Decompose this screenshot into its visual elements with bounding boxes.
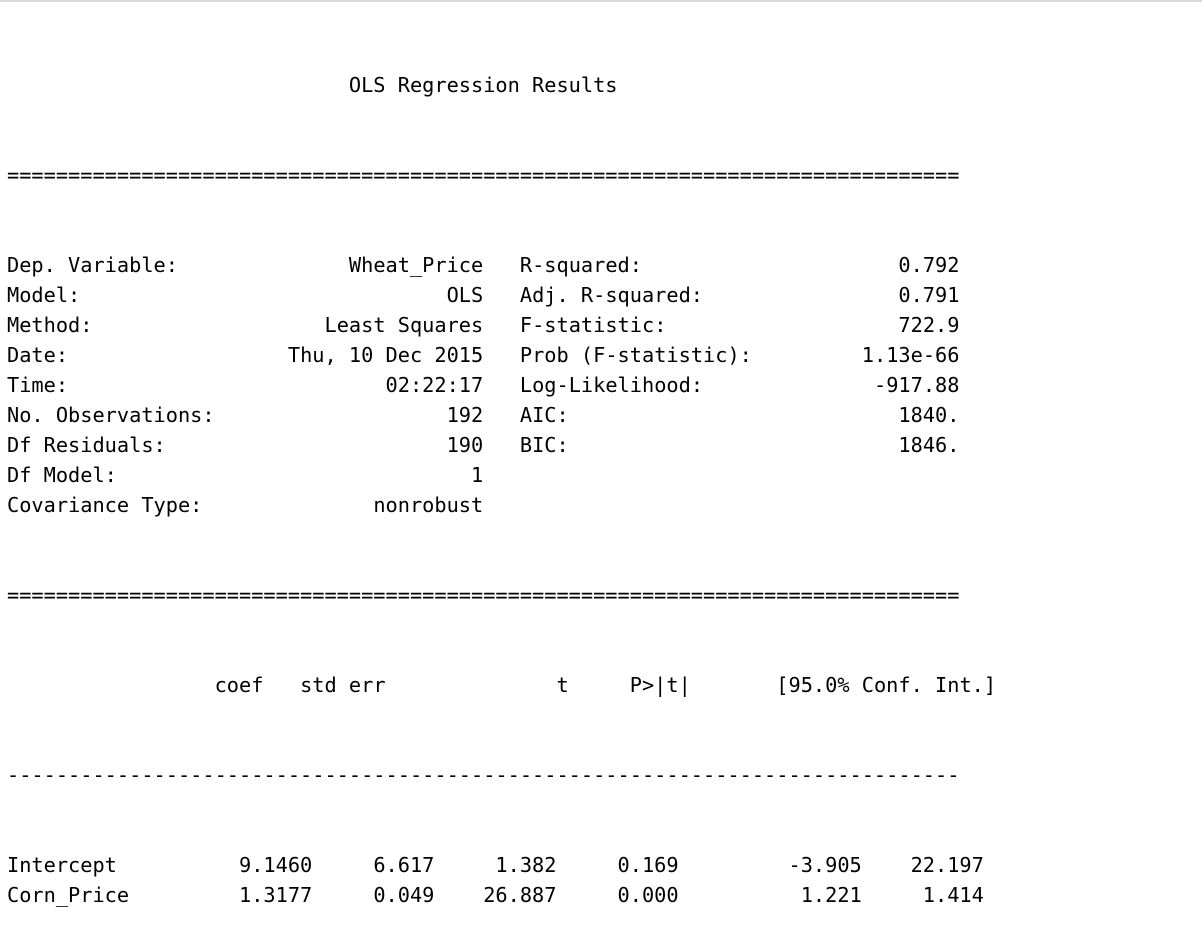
info-value: 0.791 <box>898 283 960 307</box>
info-value: 1846. <box>898 433 960 457</box>
info-value: Least Squares <box>324 313 484 337</box>
info-row: Df Model: 1 <box>7 460 996 490</box>
double-separator: ========================================… <box>7 583 960 607</box>
coef-cell: 1.221 <box>678 883 862 907</box>
info-label: Method: <box>7 313 93 337</box>
info-value: 1.13e-66 <box>861 343 960 367</box>
info-label: Time: <box>7 373 69 397</box>
info-label: Prob (F-statistic): <box>519 343 752 367</box>
info-value: 1 <box>471 463 484 487</box>
top-border <box>0 0 1202 2</box>
info-label: Model: <box>7 283 81 307</box>
coef-header-row: coef std err t P>|t| [95.0% Conf. Int.] <box>7 670 997 700</box>
coef-row-name: Corn_Price <box>7 883 191 907</box>
double-separator: ========================================… <box>7 163 960 187</box>
coef-cell: 22.197 <box>861 853 984 877</box>
coef-cell: 1.382 <box>434 853 557 877</box>
coef-row: Intercept 9.1460 6.617 1.382 0.169 -3.90… <box>7 850 996 880</box>
info-value: 02:22:17 <box>385 373 484 397</box>
info-value: Thu, 10 Dec 2015 <box>287 343 484 367</box>
coef-cell: 9.1460 <box>190 853 313 877</box>
info-row: Df Residuals: 190 BIC: 1846. <box>7 430 996 460</box>
info-label: Df Model: <box>7 463 117 487</box>
info-label: AIC: <box>519 403 569 427</box>
info-row: Method: Least Squares F-statistic: 722.9 <box>7 310 996 340</box>
info-label: Df Residuals: <box>7 433 166 457</box>
info-row: Model: OLS Adj. R-squared: 0.791 <box>7 280 996 310</box>
info-row: Covariance Type: nonrobust <box>7 490 996 520</box>
coef-row-name: Intercept <box>7 853 191 877</box>
coef-block: Intercept 9.1460 6.617 1.382 0.169 -3.90… <box>7 850 996 910</box>
info-value: 190 <box>446 433 484 457</box>
info-label: Log-Likelihood: <box>519 373 704 397</box>
summary-title-text: OLS Regression Results <box>348 73 618 97</box>
info-label: Adj. R-squared: <box>519 283 704 307</box>
coef-column-header: std err <box>263 673 386 697</box>
coef-cell: 6.617 <box>312 853 435 877</box>
info-label: No. Observations: <box>7 403 215 427</box>
coef-cell: -3.905 <box>678 853 862 877</box>
info-value: 192 <box>446 403 484 427</box>
single-separator: ----------------------------------------… <box>7 763 960 787</box>
info-row: No. Observations: 192 AIC: 1840. <box>7 400 996 430</box>
info-value: OLS <box>446 283 484 307</box>
summary-title: OLS Regression Results <box>7 70 996 100</box>
info-label: F-statistic: <box>519 313 667 337</box>
coef-column-header: coef <box>141 673 264 697</box>
info-row: Dep. Variable: Wheat_Price R-squared: 0.… <box>7 250 996 280</box>
info-label: BIC: <box>519 433 569 457</box>
coef-cell: 1.414 <box>861 883 984 907</box>
info-value: Wheat_Price <box>348 253 484 277</box>
coef-column-header: t <box>385 673 569 697</box>
coef-cell: 26.887 <box>434 883 557 907</box>
info-value: -917.88 <box>873 373 960 397</box>
info-row: Date: Thu, 10 Dec 2015 Prob (F-statistic… <box>7 340 996 370</box>
info-value: 1840. <box>898 403 960 427</box>
info-value: 0.792 <box>898 253 960 277</box>
info-row: Time: 02:22:17 Log-Likelihood: -917.88 <box>7 370 996 400</box>
coef-cell: 0.169 <box>556 853 679 877</box>
info-value: nonrobust <box>373 493 484 517</box>
ols-summary-table: OLS Regression Results =================… <box>7 10 996 940</box>
info-label: Dep. Variable: <box>7 253 178 277</box>
coef-cell: 0.049 <box>312 883 435 907</box>
coef-column-header: [95.0% Conf. Int.] <box>690 673 997 697</box>
info-value: 722.9 <box>898 313 960 337</box>
coef-row: Corn_Price 1.3177 0.049 26.887 0.000 1.2… <box>7 880 996 910</box>
info-label: R-squared: <box>519 253 642 277</box>
coef-column-header: P>|t| <box>568 673 691 697</box>
coef-cell: 1.3177 <box>190 883 313 907</box>
info-label: Date: <box>7 343 69 367</box>
info-label: Covariance Type: <box>7 493 203 517</box>
model-info-block: Dep. Variable: Wheat_Price R-squared: 0.… <box>7 250 996 520</box>
coef-cell: 0.000 <box>556 883 679 907</box>
